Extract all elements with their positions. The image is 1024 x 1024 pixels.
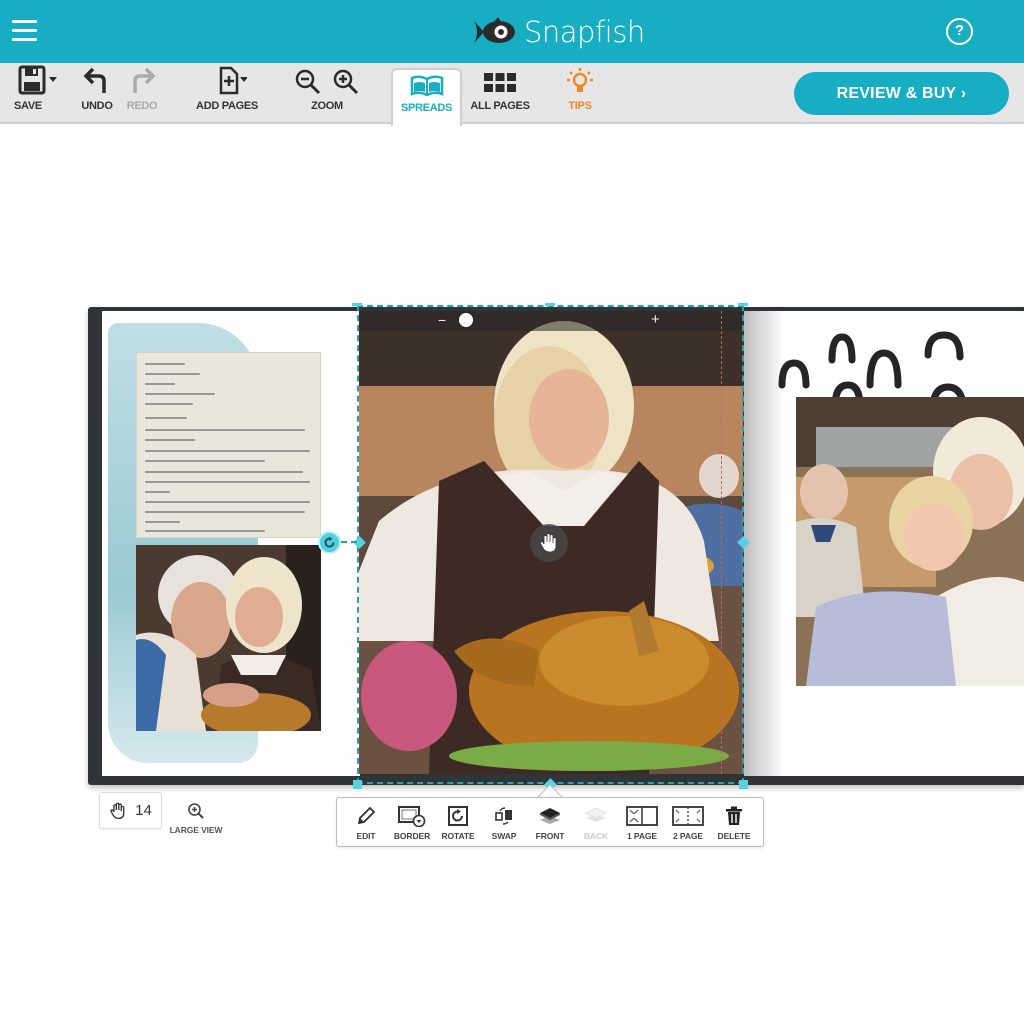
border-button[interactable]: BORDER [390, 804, 434, 841]
rotate-label: ROTATE [441, 830, 475, 841]
zoom-label: ZOOM [311, 100, 343, 112]
two-page-label: 2 PAGE [673, 830, 703, 841]
swap-button[interactable]: SWAP [482, 804, 526, 841]
spreads-label: SPREADS [400, 102, 453, 114]
grid-icon [484, 73, 516, 92]
rotate-arrow-icon [324, 536, 335, 548]
zoom-out-icon[interactable] [295, 69, 321, 95]
rotate-handle-icon[interactable] [318, 531, 341, 554]
magnify-plus-icon [188, 803, 204, 819]
help-icon[interactable]: ? [946, 18, 973, 45]
redo-icon [133, 67, 156, 93]
brand-name: Snapfish [524, 15, 645, 49]
resize-handle-bottom-right[interactable] [739, 780, 748, 789]
page-bleed-guide [721, 311, 722, 774]
slider-plus-icon[interactable]: + [651, 311, 660, 329]
delete-button[interactable]: DELETE [712, 804, 756, 841]
two-page-button[interactable]: 2 PAGE [666, 804, 710, 841]
delete-label: DELETE [717, 830, 751, 841]
page-count: 14 [135, 802, 152, 819]
recipe-note-photo[interactable] [136, 352, 321, 538]
add-pages-label: ADD PAGES [196, 100, 258, 112]
send-back-icon [585, 806, 607, 822]
border-label: BORDER [393, 830, 431, 841]
trash-icon [726, 806, 742, 825]
all-pages-label: ALL PAGES [470, 100, 530, 112]
resize-handle-bottom-left[interactable] [353, 780, 362, 789]
bring-front-icon [540, 807, 560, 824]
photo-context-menu: EDIT BORDER ROTATE SWAP FRONT BACK 1 PAG… [336, 797, 764, 847]
hamburger-icon[interactable] [12, 20, 37, 42]
top-right-tick [738, 303, 748, 306]
tips-label: TIPS [568, 100, 592, 112]
couple-photo-illustration [136, 545, 321, 731]
one-page-icon [626, 805, 658, 826]
border-icon [398, 805, 426, 827]
front-label: FRONT [535, 830, 565, 841]
two-page-icon [672, 805, 704, 826]
pencil-icon [357, 806, 376, 824]
undo-button[interactable]: UNDO [78, 63, 116, 121]
large-view-label: LARGE VIEW [169, 825, 223, 835]
review-and-buy-button[interactable]: REVIEW & BUY › [794, 72, 1009, 115]
save-icon [18, 65, 57, 95]
family-photo-illustration [796, 397, 1024, 686]
rotate-stem [341, 541, 357, 543]
top-left-tick [352, 303, 362, 306]
add-page-icon [219, 66, 247, 95]
large-view-button[interactable]: LARGE VIEW [165, 802, 227, 835]
back-label: BACK [583, 830, 609, 841]
fish-logo-icon [474, 17, 515, 43]
tab-all-pages[interactable]: ALL PAGES [468, 63, 532, 121]
slider-knob[interactable] [458, 313, 473, 327]
redo-button[interactable]: REDO [122, 63, 162, 121]
top-bar: Snapfish ? [0, 0, 1024, 63]
couple-cooking-photo[interactable] [136, 545, 321, 731]
edit-label: EDIT [356, 830, 376, 841]
swap-label: SWAP [491, 830, 517, 841]
undo-icon [83, 67, 106, 93]
redo-label: REDO [126, 100, 158, 112]
save-button[interactable]: SAVE [12, 63, 62, 121]
snapfish-logo[interactable]: Snapfish [472, 12, 645, 52]
send-back-button[interactable]: BACK [574, 804, 618, 841]
lightbulb-icon [567, 68, 593, 92]
zoom-in-icon[interactable] [333, 69, 359, 95]
tips-button[interactable]: TIPS [560, 63, 600, 121]
zoom-controls: ZOOM [292, 63, 362, 121]
hand-icon [110, 802, 125, 819]
add-pages-button[interactable]: ADD PAGES [193, 63, 261, 121]
bring-front-button[interactable]: FRONT [528, 804, 572, 841]
open-book-icon [410, 75, 443, 97]
edit-button[interactable]: EDIT [344, 804, 388, 841]
rotate-icon [448, 805, 468, 826]
rotate-button[interactable]: ROTATE [436, 804, 480, 841]
undo-label: UNDO [81, 100, 113, 112]
tab-spreads[interactable]: SPREADS [391, 68, 462, 126]
one-page-button[interactable]: 1 PAGE [620, 804, 664, 841]
swap-icon [495, 806, 512, 825]
editor-toolbar: SAVE UNDO REDO ADD PAGES ZOOM SPREADS AL… [0, 63, 1024, 126]
slider-minus-icon[interactable]: − [438, 311, 446, 329]
hand-icon [539, 533, 557, 553]
pan-hand-icon[interactable] [530, 524, 568, 562]
one-page-label: 1 PAGE [627, 830, 657, 841]
page-count-indicator[interactable]: 14 [99, 792, 162, 829]
photo-zoom-slider[interactable] [359, 311, 743, 331]
top-center-tick [545, 303, 555, 306]
grandmother-child-photo[interactable] [796, 397, 1024, 686]
save-label: SAVE [14, 100, 42, 112]
